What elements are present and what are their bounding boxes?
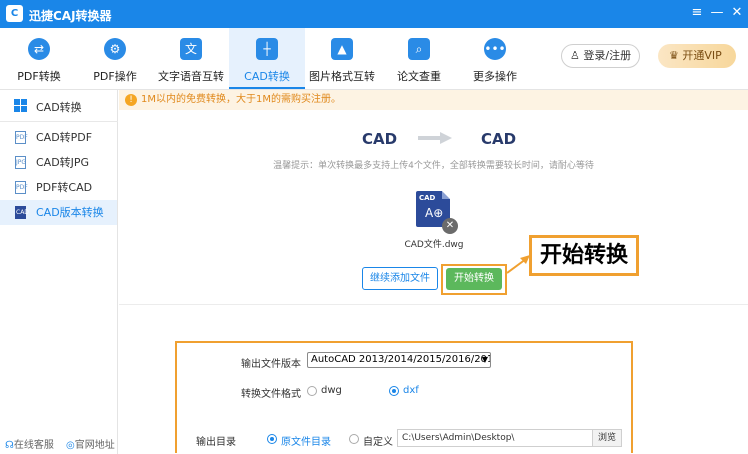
callout-arrow-icon [506, 255, 530, 274]
sidebar-item-cad-to-jpg[interactable]: JPG CAD转JPG [0, 150, 117, 175]
sidebar-footer: ☊在线客服 ◎官网地址 [0, 434, 117, 454]
pdf-file-icon: PDF [15, 131, 28, 144]
section-divider [119, 304, 748, 305]
format-dwg-radio[interactable] [307, 386, 317, 396]
format-dxf-radio[interactable] [389, 386, 399, 396]
app-logo-icon: C [6, 5, 23, 22]
callout-label: 开始转换 [529, 235, 639, 276]
crown-icon: ♛ [669, 49, 683, 62]
output-path-input[interactable]: C:\Users\Admin\Desktop\ [397, 429, 593, 447]
gear-icon: ⚙ [104, 38, 126, 60]
version-label: 输出文件版本 [241, 359, 301, 370]
sidebar-item-cad-to-pdf[interactable]: PDF CAD转PDF [0, 125, 117, 150]
format-dwg-label: dwg [321, 385, 342, 396]
image-icon: ▲ [331, 38, 353, 60]
format-label: 转换文件格式 [241, 389, 301, 400]
menu-icon[interactable]: ≡ [688, 4, 706, 22]
hint-text: 温馨提示：单次转换最多支持上传4个文件，全部转换需要较长时间，请耐心等待 [273, 161, 594, 171]
close-button[interactable]: ✕ [728, 4, 746, 22]
browse-button[interactable]: 浏览 [593, 429, 622, 447]
grid-icon [14, 99, 27, 112]
remove-file-icon[interactable]: ✕ [442, 218, 458, 234]
app-title: 迅捷CAJ转换器 [29, 9, 112, 23]
version-select[interactable]: AutoCAD 2013/2014/2015/2016/2017 ▼ [307, 352, 491, 368]
file-name: CAD文件.dwg [404, 240, 464, 250]
tab-pdf-ops[interactable]: ⚙ PDF操作 [84, 28, 146, 89]
sidebar: CAD转换 PDF CAD转PDF JPG CAD转JPG PDF PDF转CA… [0, 90, 118, 454]
tab-more[interactable]: ••• 更多操作 [464, 28, 526, 89]
arrow-right-icon [418, 132, 452, 144]
pdf-convert-icon: ⇄ [28, 38, 50, 60]
vip-button[interactable]: ♛ 开通VIP [658, 44, 736, 68]
sidebar-header: CAD转换 [0, 90, 118, 122]
search-doc-icon: ⌕ [408, 38, 430, 60]
tab-cad-convert[interactable]: ┼ CAD转换 [229, 28, 305, 89]
headset-icon: ☊ [5, 440, 14, 451]
source-format: CAD [362, 130, 398, 148]
sidebar-item-pdf-to-cad[interactable]: PDF PDF转CAD [0, 175, 117, 200]
website-link[interactable]: ◎官网地址 [66, 436, 115, 451]
warning-icon: ! [125, 94, 137, 106]
cad-icon: ┼ [256, 38, 278, 60]
cad-file-icon: CAD [15, 206, 29, 219]
online-service-link[interactable]: ☊在线客服 [5, 436, 54, 451]
output-original-label: 原文件目录 [281, 437, 331, 448]
login-button[interactable]: ♙ 登录/注册 [561, 44, 640, 68]
voice-text-icon: 文 [180, 38, 202, 60]
tab-voice-text[interactable]: 文 文字语音互转 [155, 28, 227, 89]
target-format: CAD [481, 130, 517, 148]
output-custom-label: 自定义 [363, 437, 393, 448]
tab-paper-check[interactable]: ⌕ 论文查重 [388, 28, 450, 89]
tab-pdf-convert[interactable]: ⇄ PDF转换 [8, 28, 70, 89]
start-convert-button[interactable]: 开始转换 [446, 268, 502, 290]
user-icon: ♙ [570, 49, 584, 62]
jpg-file-icon: JPG [15, 156, 26, 169]
title-bar: C 迅捷CAJ转换器 ≡ — ✕ [0, 0, 748, 28]
notice-bar: ! 1M以内的免费转换，大于1M的需购买注册。 [119, 90, 748, 110]
output-label: 输出目录 [196, 437, 236, 448]
more-icon: ••• [484, 38, 506, 60]
tab-image-convert[interactable]: ▲ 图片格式互转 [306, 28, 378, 89]
minimize-button[interactable]: — [708, 4, 726, 22]
add-files-button[interactable]: 继续添加文件 [362, 267, 438, 290]
format-dxf-label: dxf [403, 385, 419, 396]
output-original-radio[interactable] [267, 434, 277, 444]
globe-icon: ◎ [66, 440, 75, 451]
pdf-file-icon: PDF [15, 181, 28, 194]
chevron-down-icon: ▼ [481, 355, 488, 364]
sidebar-item-cad-version[interactable]: CAD CAD版本转换 [0, 200, 117, 225]
output-custom-radio[interactable] [349, 434, 359, 444]
